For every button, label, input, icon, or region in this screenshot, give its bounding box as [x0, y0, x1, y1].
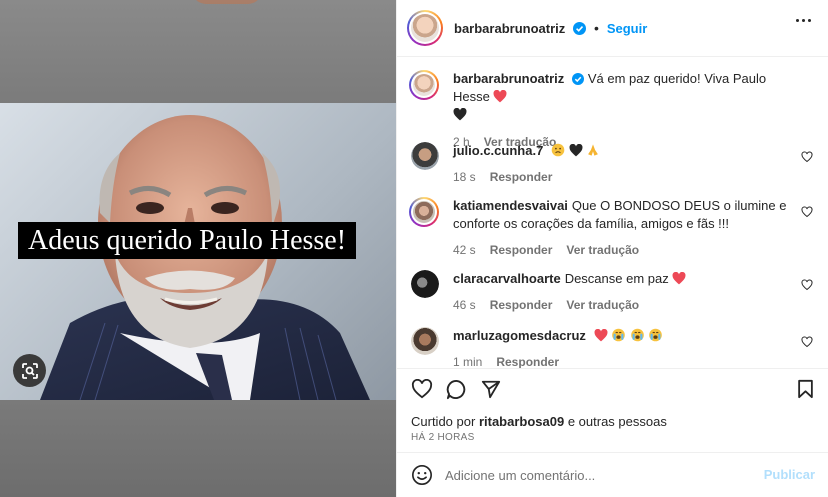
commenter-avatar[interactable] [411, 142, 439, 170]
comment-text: Descanse em paz [564, 271, 669, 286]
comment-username[interactable]: marluzagomesdacruz [453, 328, 586, 343]
post-media[interactable]: Adeus querido Paulo Hesse! [0, 0, 396, 497]
see-translation-link[interactable]: Ver tradução [566, 243, 639, 257]
commenter-avatar[interactable] [409, 197, 439, 227]
header-username[interactable]: barbarabrunoatriz [454, 21, 565, 36]
black-heart-emoji-icon [453, 107, 467, 121]
verified-badge-icon [572, 73, 585, 85]
reply-link[interactable]: Responder [496, 355, 559, 368]
comment-username[interactable]: katiamendesvaivai [453, 198, 568, 213]
save-bookmark-icon[interactable] [797, 379, 814, 399]
follow-button[interactable]: Seguir [607, 21, 647, 36]
black-heart-emoji-icon [569, 143, 583, 157]
author-avatar-small[interactable] [409, 70, 439, 100]
liked-by-user-link[interactable]: ritabarbosa09 [479, 414, 564, 429]
crying-face-emoji-icon [649, 328, 663, 342]
reply-link[interactable]: Responder [490, 298, 553, 312]
visual-search-button[interactable] [13, 354, 46, 387]
post-side-panel: barbarabrunoatriz • Seguir barbarabrunoa… [396, 0, 828, 497]
header-author-line: barbarabrunoatriz • Seguir [454, 20, 647, 36]
crying-face-emoji-icon [612, 328, 625, 342]
add-comment-bar: Publicar [397, 452, 828, 497]
comment-emojis [551, 143, 600, 158]
post-image-caption: Adeus querido Paulo Hesse! [18, 222, 357, 259]
media-background-bottom [0, 400, 396, 497]
comment-username[interactable]: claracarvalhoarte [453, 271, 561, 286]
comment-input[interactable] [445, 464, 745, 486]
comment-time: 1 min [453, 355, 483, 368]
likes-prefix: Curtido por [411, 414, 476, 429]
comments-list[interactable]: barbarabrunoatriz Vá em paz querido! Viv… [397, 58, 828, 368]
like-comment-heart-icon[interactable] [801, 151, 813, 163]
comment-emojis [594, 328, 664, 343]
red-heart-emoji-icon [493, 89, 507, 103]
red-heart-emoji-icon [672, 271, 686, 285]
post-comment-button[interactable]: Publicar [764, 467, 815, 482]
see-translation-link[interactable]: Ver tradução [566, 298, 639, 312]
like-comment-heart-icon[interactable] [801, 336, 813, 348]
likes-summary: Curtido por ritabarbosa09 e outras pesso… [411, 414, 667, 429]
likes-others-link[interactable]: e outras pessoas [568, 414, 667, 429]
commenter-avatar[interactable] [411, 327, 439, 355]
comment-time: 42 s [453, 243, 476, 257]
like-comment-heart-icon[interactable] [801, 206, 813, 218]
sad-face-emoji-icon [551, 143, 565, 157]
comment-username[interactable]: barbarabrunoatriz [453, 71, 564, 86]
post-header: barbarabrunoatriz • Seguir [397, 0, 828, 57]
emoji-picker-icon[interactable] [411, 464, 433, 486]
post-actions-bar [397, 368, 828, 408]
reply-link[interactable]: Responder [490, 243, 553, 257]
media-background-top [0, 0, 396, 103]
share-paper-plane-icon[interactable] [481, 379, 501, 399]
comment-time: 18 s [453, 170, 476, 184]
reply-link[interactable]: Responder [490, 170, 553, 184]
header-separator: • [594, 20, 599, 36]
comment-username[interactable]: julio.c.cunha.7 [453, 143, 543, 158]
more-options-icon[interactable] [796, 19, 811, 22]
like-comment-heart-icon[interactable] [801, 279, 813, 291]
post-photo[interactable]: Adeus querido Paulo Hesse! [0, 103, 396, 400]
comment-bubble-icon[interactable] [446, 379, 467, 400]
verified-badge-icon [573, 22, 587, 35]
red-heart-emoji-icon [594, 328, 608, 342]
praying-hands-emoji-icon [588, 144, 599, 156]
commenter-avatar[interactable] [411, 270, 439, 298]
like-heart-icon[interactable] [411, 379, 433, 399]
visual-search-icon [21, 362, 38, 379]
post-timestamp: HÁ 2 HORAS [411, 432, 475, 443]
author-avatar[interactable] [407, 10, 443, 46]
crying-face-emoji-icon [631, 328, 644, 342]
comment-time: 46 s [453, 298, 476, 312]
media-top-peek [192, 0, 262, 4]
